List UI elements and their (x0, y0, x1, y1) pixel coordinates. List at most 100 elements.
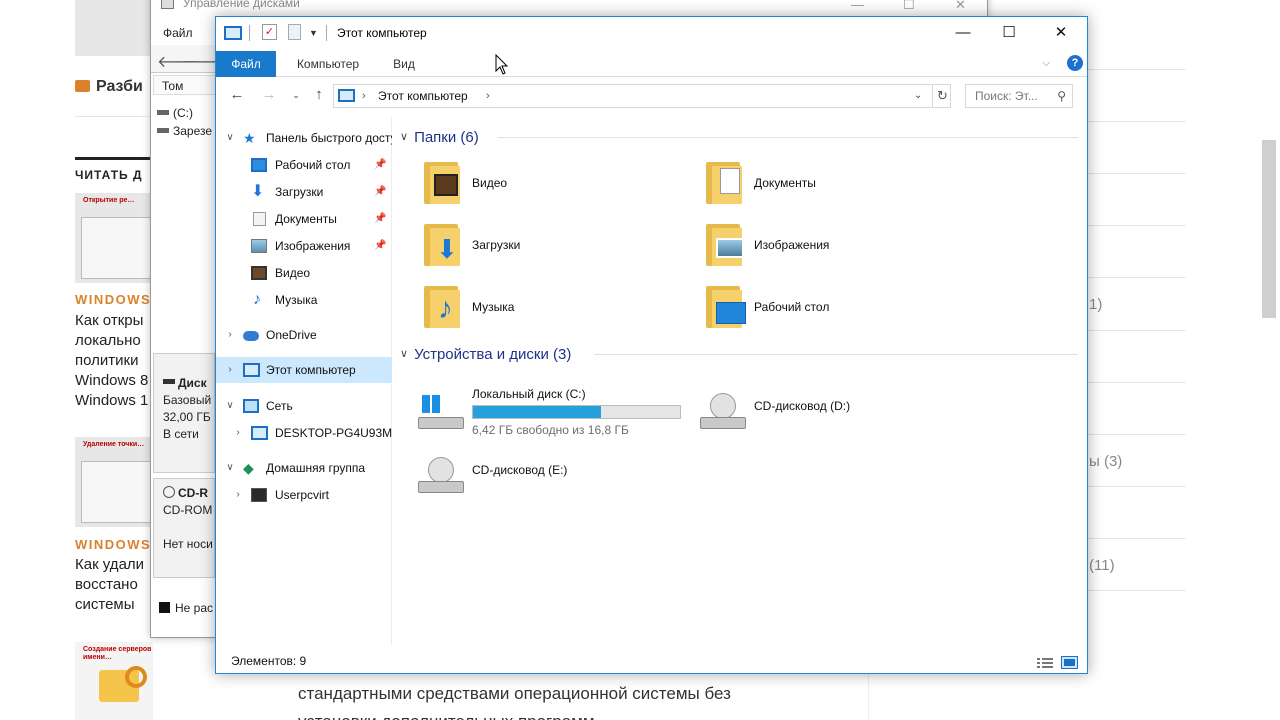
tab-file[interactable]: Файл (216, 51, 276, 77)
help-button[interactable]: ? (1067, 55, 1083, 71)
new-folder-icon[interactable] (288, 24, 301, 40)
desktop-icon (251, 158, 267, 172)
close-button[interactable]: ✕ (1038, 17, 1084, 49)
category-count: ы (3) (1089, 453, 1123, 470)
nav-homegroup-user[interactable]: › Userpcvirt (216, 482, 392, 508)
maximize-icon[interactable]: ☐ (903, 0, 915, 15)
minimize-icon[interactable]: — (851, 0, 864, 15)
content-area: ∨ Папки (6) Видео Документы ⬇ Загрузки Из… (394, 117, 1088, 645)
drive-d[interactable]: CD-дисковод (D:) (696, 383, 896, 443)
collapsed-chevron-icon[interactable]: › (232, 482, 244, 508)
pin-icon[interactable]: 📌 (374, 206, 386, 232)
article-thumbnail[interactable]: Открытие ре… (75, 193, 153, 283)
article-thumbnail[interactable]: Создание серверов имени… (75, 642, 153, 720)
close-icon[interactable]: ✕ (955, 0, 966, 15)
expanded-chevron-icon[interactable]: ∨ (224, 125, 236, 151)
nav-desktop[interactable]: Рабочий стол 📌 (216, 152, 392, 178)
nav-documents[interactable]: Документы 📌 (216, 206, 392, 232)
customize-toolbar-icon[interactable]: ▼ (309, 24, 319, 42)
forward-arrow-icon[interactable]: → (259, 85, 279, 105)
disk-management-titlebar[interactable]: Управление дисками — ☐ ✕ (151, 0, 987, 13)
nav-network-pc[interactable]: › DESKTOP-PG4U93M (216, 420, 392, 446)
nav-homegroup[interactable]: ∨ ◆ Домашняя группа (216, 455, 392, 481)
article-category[interactable]: WINDOWS (75, 537, 151, 552)
breadcrumb-this-pc[interactable]: Этот компьютер (378, 85, 468, 107)
folder-pictures-icon (704, 222, 748, 268)
nav-this-pc[interactable]: › Этот компьютер (216, 357, 392, 383)
expanded-chevron-icon[interactable]: ∨ (224, 455, 236, 481)
pin-icon[interactable]: 📌 (374, 179, 386, 205)
nav-music[interactable]: ♪ Музыка (216, 287, 392, 313)
article-title[interactable]: Как откры локально политики Windows 8 Wi… (75, 311, 155, 411)
folder-downloads[interactable]: ⬇ Загрузки (418, 216, 678, 274)
search-icon: ⚲ (1057, 89, 1066, 103)
article-body-text: стандартными средствами операционной сис… (298, 684, 731, 720)
folder-desktop[interactable]: Рабочий стол (700, 278, 960, 336)
article-thumbnail[interactable]: Удаление точки… (75, 437, 153, 527)
folder-music[interactable]: ♪ Музыка (418, 278, 678, 336)
expanded-chevron-icon[interactable]: ∨ (224, 393, 236, 419)
nav-pictures[interactable]: Изображения 📌 (216, 233, 392, 259)
expanded-chevron-icon[interactable]: ∨ (400, 131, 408, 143)
drive-e[interactable]: CD-дисковод (E:) (414, 447, 634, 507)
folder-video-icon (422, 160, 466, 206)
folder-pictures[interactable]: Изображения (700, 216, 960, 274)
download-icon: ⬇ (251, 183, 265, 200)
minimize-button[interactable]: — (940, 17, 986, 49)
address-row: ← → ⌄ ↑ › Этот компьютер › ⌄ ↻ Поиск: Эт… (216, 79, 1087, 113)
address-history-icon[interactable]: ⌄ (914, 85, 922, 107)
recent-locations-icon[interactable]: ⌄ (286, 85, 306, 105)
cd-drive-icon (700, 393, 748, 433)
expand-ribbon-icon[interactable]: ⌵ (1042, 57, 1050, 70)
drive-icon (157, 128, 169, 133)
search-input[interactable]: Поиск: Эт... ⚲ (965, 84, 1073, 108)
folder-download-icon: ⬇ (422, 222, 466, 268)
folder-documents[interactable]: Документы (700, 154, 960, 212)
collapsed-chevron-icon[interactable]: › (232, 420, 244, 446)
volume-row[interactable]: Зарезе (157, 122, 212, 140)
cd-icon (163, 486, 175, 498)
menu-file[interactable]: Файл (151, 21, 193, 45)
computer-icon[interactable] (224, 26, 242, 40)
column-header-volume[interactable]: Том (153, 75, 217, 95)
nav-quick-access[interactable]: ∨ ★ Панель быстрого доступа (216, 125, 392, 151)
page-scrollbar-thumb[interactable] (1262, 140, 1276, 318)
expanded-chevron-icon[interactable]: ∨ (400, 348, 408, 360)
nav-network[interactable]: ∨ Сеть (216, 393, 392, 419)
article-title[interactable]: Как удали восстано системы (75, 555, 155, 615)
pin-icon[interactable]: 📌 (374, 152, 386, 178)
mouse-cursor-icon (495, 54, 509, 75)
breadcrumb-chevron-icon[interactable]: › (362, 87, 366, 105)
legend-unallocated: Не рас (153, 597, 215, 619)
drive-c[interactable]: Локальный диск (C:) 6,42 ГБ свободно из … (414, 383, 694, 443)
maximize-button[interactable]: ☐ (986, 17, 1032, 49)
details-view-icon[interactable] (1036, 654, 1054, 668)
pin-icon[interactable]: 📌 (374, 233, 386, 259)
devices-group-header[interactable]: ∨ Устройства и диски (3) (400, 344, 571, 365)
explorer-titlebar[interactable]: ✓ ▼ Этот компьютер — ☐ ✕ (216, 17, 1087, 49)
article-thumbnail[interactable] (75, 0, 153, 56)
address-bar[interactable]: › Этот компьютер › ⌄ ↻ (333, 84, 951, 108)
tab-view[interactable]: Вид (384, 51, 424, 77)
folder-videos[interactable]: Видео (418, 154, 678, 212)
nav-videos[interactable]: Видео (216, 260, 392, 286)
back-arrow-icon[interactable]: ← (227, 85, 247, 105)
disk-0-status: В сети (163, 427, 199, 441)
tiles-view-icon[interactable] (1061, 654, 1079, 669)
properties-icon[interactable]: ✓ (262, 24, 277, 40)
camera-icon (75, 80, 90, 92)
breadcrumb-chevron-icon[interactable]: › (486, 87, 490, 105)
article-category[interactable]: WINDOWS (75, 292, 151, 307)
read-also-heading: ЧИТАТЬ Д (75, 168, 143, 182)
ribbon-tabs: Файл Компьютер Вид ⌵ ? (216, 49, 1087, 77)
volume-row[interactable]: (C:) (157, 104, 193, 122)
collapsed-chevron-icon[interactable]: › (224, 322, 236, 348)
nav-onedrive[interactable]: › OneDrive (216, 322, 392, 348)
onedrive-icon (243, 331, 259, 341)
tab-computer[interactable]: Компьютер (286, 51, 370, 77)
collapsed-chevron-icon[interactable]: › (224, 357, 236, 383)
folders-group-header[interactable]: ∨ Папки (6) (400, 127, 479, 148)
nav-downloads[interactable]: ⬇ Загрузки 📌 (216, 179, 392, 205)
up-arrow-icon[interactable]: ↑ (309, 85, 329, 105)
refresh-icon[interactable]: ↻ (932, 85, 952, 107)
